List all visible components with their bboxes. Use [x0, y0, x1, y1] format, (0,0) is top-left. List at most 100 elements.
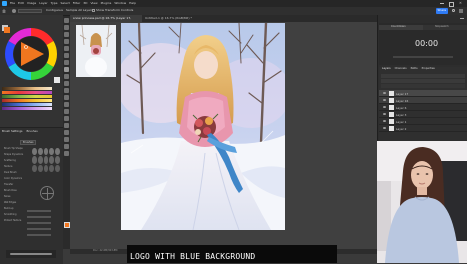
- brush-tip[interactable]: [43, 164, 49, 172]
- brush-tip[interactable]: [32, 148, 37, 156]
- brush-tip[interactable]: [49, 148, 55, 156]
- panel-collapse-icon[interactable]: [460, 18, 464, 19]
- lock-bar[interactable]: [381, 84, 465, 88]
- tab-paths[interactable]: Paths: [411, 67, 418, 71]
- gradient-tool-icon[interactable]: [64, 95, 69, 100]
- menu-item[interactable]: Select: [61, 2, 70, 5]
- visibility-icon[interactable]: [383, 127, 386, 129]
- menu-item[interactable]: 3D: [83, 2, 87, 5]
- dodge-tool-icon[interactable]: [64, 109, 69, 114]
- layer-row[interactable]: Layer 16: [379, 97, 467, 104]
- visibility-icon[interactable]: [383, 113, 386, 115]
- marquee-tool-icon[interactable]: [64, 25, 69, 30]
- brush-tip[interactable]: [55, 148, 60, 156]
- layer-row[interactable]: Layer 1: [379, 118, 467, 125]
- move-tool-icon[interactable]: [64, 18, 69, 23]
- zoom-tool-icon[interactable]: [64, 151, 69, 156]
- search-icon[interactable]: [452, 9, 455, 12]
- path-selection-tool-icon[interactable]: [64, 130, 69, 135]
- artwork-canvas[interactable]: [121, 23, 285, 230]
- visibility-icon[interactable]: [383, 92, 386, 94]
- brush-tip-grid[interactable]: [32, 148, 60, 172]
- stamp-tool-icon[interactable]: [64, 74, 69, 79]
- healing-tool-icon[interactable]: [64, 60, 69, 65]
- color-wheel[interactable]: [0, 23, 62, 85]
- blend-mode-bar[interactable]: [381, 79, 465, 83]
- shape-tool-icon[interactable]: [64, 137, 69, 142]
- menu-item[interactable]: Edit: [18, 2, 24, 5]
- transform-checkbox[interactable]: [92, 9, 95, 13]
- swatch-strip[interactable]: [2, 91, 52, 94]
- minimize-icon[interactable]: [440, 3, 444, 4]
- lasso-tool-icon[interactable]: [64, 32, 69, 37]
- brush-angle-dial[interactable]: [40, 186, 54, 200]
- swatch-strip[interactable]: [2, 99, 52, 102]
- menu-item[interactable]: Layer: [39, 2, 47, 5]
- tab-channels[interactable]: Channels: [395, 67, 407, 71]
- swatch-strip[interactable]: [2, 107, 52, 110]
- sample-all-layers-option[interactable]: Sample All Layers: [66, 9, 93, 12]
- brush-slider[interactable]: [27, 234, 51, 236]
- brush-tip[interactable]: [32, 156, 37, 164]
- eyedropper-tool-icon[interactable]: [64, 53, 69, 58]
- brushes-button[interactable]: Brushes: [20, 140, 36, 145]
- menu-item[interactable]: Image: [27, 2, 36, 5]
- hand-tool-icon[interactable]: [64, 144, 69, 149]
- brush-tip[interactable]: [37, 148, 43, 156]
- visibility-icon[interactable]: [383, 106, 386, 108]
- brush-tip[interactable]: [49, 164, 55, 172]
- close-icon[interactable]: ✕: [459, 1, 462, 5]
- swatch-strip[interactable]: [2, 103, 52, 106]
- layer-row[interactable]: Layer 17: [379, 90, 467, 97]
- canvas-area[interactable]: [70, 22, 377, 249]
- tab-properties[interactable]: Properties: [422, 67, 435, 71]
- home-icon[interactable]: [2, 9, 6, 13]
- tab-layers[interactable]: Layers: [382, 67, 391, 71]
- visibility-icon[interactable]: [383, 120, 386, 122]
- layer-row[interactable]: Layer 3: [379, 111, 467, 118]
- brush-slider[interactable]: [27, 228, 51, 230]
- blur-tool-icon[interactable]: [64, 102, 69, 107]
- eraser-tool-icon[interactable]: [64, 88, 69, 93]
- share-button[interactable]: Share: [436, 8, 448, 14]
- type-tool-icon[interactable]: [64, 123, 69, 128]
- menu-item[interactable]: Filter: [73, 2, 80, 5]
- menu-item[interactable]: Type: [51, 2, 58, 5]
- visibility-icon[interactable]: [383, 99, 386, 101]
- menu-item[interactable]: Window: [114, 2, 126, 5]
- swatch-strips[interactable]: [2, 87, 52, 110]
- options-field[interactable]: [18, 9, 42, 13]
- swatch-strip[interactable]: [2, 95, 52, 98]
- contiguous-option[interactable]: Contiguous: [46, 9, 63, 12]
- tab-stopwatch[interactable]: Stopwatch: [423, 25, 467, 30]
- brush-slider[interactable]: [27, 222, 51, 224]
- magic-wand-tool-icon[interactable]: [64, 39, 69, 44]
- menu-item[interactable]: Plugins: [101, 2, 112, 5]
- menu-item[interactable]: Help: [129, 2, 136, 5]
- tab-countdown[interactable]: Countdown: [379, 25, 423, 30]
- layer-row[interactable]: Layer 6: [379, 104, 467, 111]
- brush-tip[interactable]: [43, 156, 49, 164]
- brush-slider[interactable]: [27, 216, 51, 218]
- brush-tool-icon[interactable]: [12, 9, 16, 13]
- swatch-strip[interactable]: [2, 87, 52, 90]
- crop-tool-icon[interactable]: [64, 46, 69, 51]
- brush-tip[interactable]: [32, 164, 37, 172]
- tab-untitled[interactable]: Untitled-1 @ 16.7% (RGB/8#) *: [142, 15, 202, 22]
- tab-brushes[interactable]: Brushes: [26, 130, 37, 133]
- brush-tip[interactable]: [37, 156, 43, 164]
- brush-tip[interactable]: [55, 164, 60, 172]
- menu-item[interactable]: View: [90, 2, 97, 5]
- brush-tip[interactable]: [37, 164, 43, 172]
- tab-brush-settings[interactable]: Brush Settings: [2, 130, 22, 133]
- pen-tool-icon[interactable]: [64, 116, 69, 121]
- brush-tip[interactable]: [55, 156, 60, 164]
- transform-controls-option[interactable]: Show Transform Controls: [96, 9, 133, 12]
- brush-tool-icon[interactable]: [64, 67, 69, 72]
- layer-filter-bar[interactable]: [381, 74, 465, 78]
- brush-tip[interactable]: [49, 156, 55, 164]
- brush-tip[interactable]: [43, 148, 49, 156]
- layer-row[interactable]: Layer 2: [379, 125, 467, 132]
- brush-slider[interactable]: [27, 210, 51, 212]
- menu-item[interactable]: File: [10, 2, 15, 5]
